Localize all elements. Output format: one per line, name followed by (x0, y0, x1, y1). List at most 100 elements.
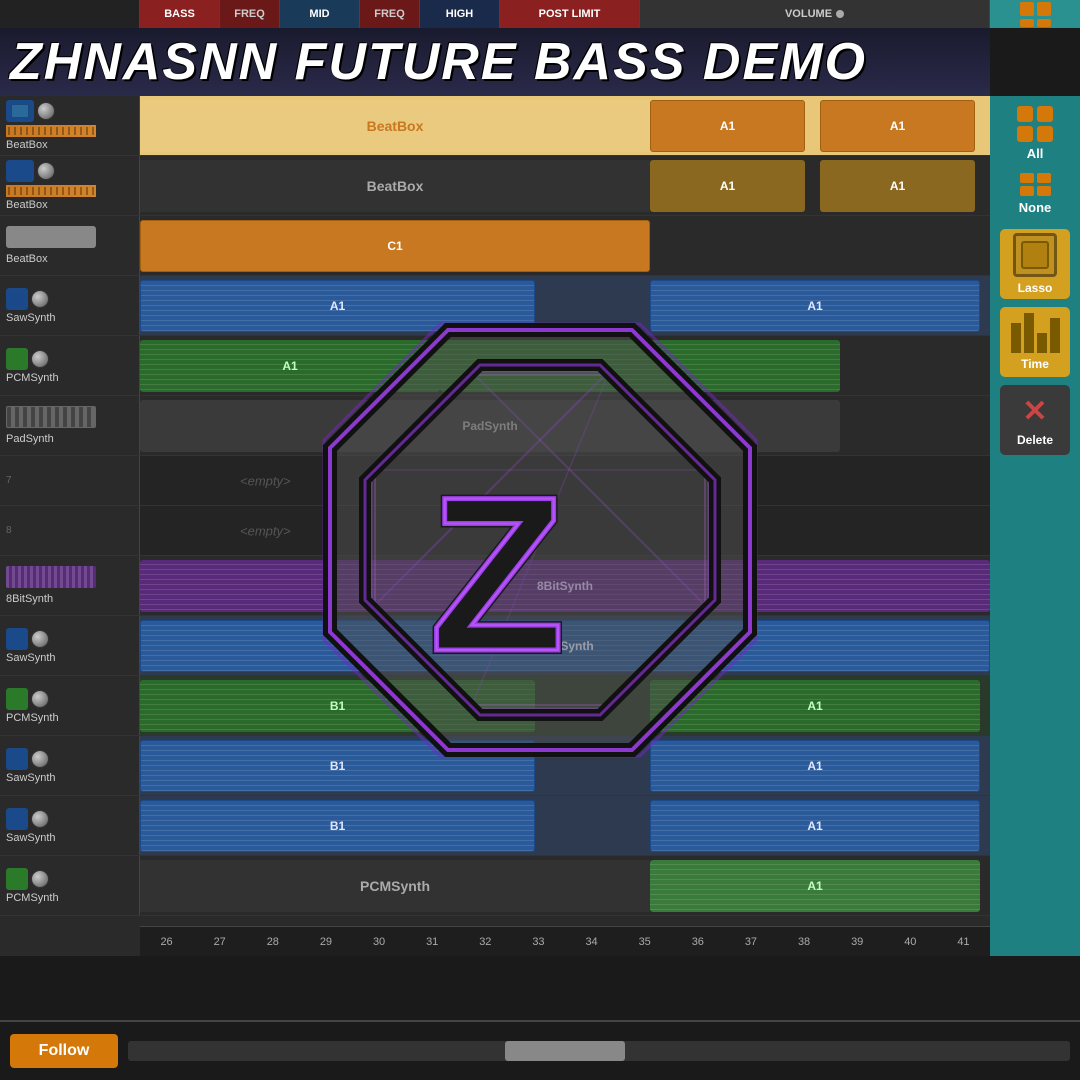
track-knob[interactable] (31, 690, 49, 708)
pattern-block[interactable]: A1 (820, 100, 975, 152)
ruler-num: 32 (479, 936, 491, 948)
scrollbar-thumb[interactable] (505, 1041, 625, 1061)
mixer-high[interactable]: HIGH (420, 0, 500, 28)
pattern-block[interactable]: A1 (650, 160, 805, 212)
panel-dot (1037, 106, 1053, 122)
pattern-block[interactable]: A1 (650, 800, 980, 852)
track-content-4[interactable]: A1 A1 A1 (140, 276, 990, 335)
track-knob[interactable] (31, 290, 49, 308)
panel-dot (1017, 106, 1033, 122)
track-header-2: BeatBox (0, 156, 140, 215)
lasso-button[interactable]: Lasso (1000, 229, 1070, 299)
track-icon (6, 628, 28, 650)
pattern-block[interactable]: A1 (140, 280, 535, 332)
panel-none-section: None (1019, 173, 1052, 215)
ruler-num: 41 (957, 936, 969, 948)
track-content-1[interactable]: BeatBox A1 A1 A1 (140, 96, 990, 155)
ruler-num: 34 (585, 936, 597, 948)
pattern-block[interactable]: A1 (820, 160, 975, 212)
track-knob[interactable] (31, 350, 49, 368)
volume-knob[interactable] (836, 10, 844, 18)
ruler-num: 39 (851, 936, 863, 948)
pattern-block[interactable]: B1 (140, 740, 535, 792)
track-icon (6, 748, 28, 770)
panel-dot-sm (1037, 186, 1051, 196)
panel-dot (1017, 126, 1033, 142)
track-content-7[interactable]: <empty> (140, 456, 990, 505)
track-header-5: PCMSynth (0, 336, 140, 395)
pattern-block[interactable]: A1 (650, 860, 980, 912)
track-content-5[interactable]: A1 (140, 336, 990, 395)
track-row: BeatBox C1 (0, 216, 990, 276)
track-knob[interactable] (37, 102, 55, 120)
ruler-num: 28 (267, 936, 279, 948)
track-content-3[interactable]: C1 (140, 216, 990, 275)
track-knob[interactable] (31, 810, 49, 828)
track-name-10: SawSynth (6, 652, 133, 664)
track-row: BeatBox BeatBox A1 A1 A2 (0, 156, 990, 216)
track-header-11: PCMSynth (0, 676, 140, 735)
track-header-1: BeatBox (0, 96, 140, 155)
track-header-6: PadSynth (0, 396, 140, 455)
track-number-7: 7 (6, 475, 133, 486)
track-content-14[interactable]: PCMSynth A1 A1 (140, 856, 990, 915)
right-panel: All None Lasso T (990, 96, 1080, 956)
time-button[interactable]: Time (1000, 307, 1070, 377)
track-knob[interactable] (31, 750, 49, 768)
track-icon (6, 688, 28, 710)
panel-dot-sm (1037, 173, 1051, 183)
pattern-block[interactable]: A1 (140, 340, 440, 392)
pattern-block[interactable]: B1 (140, 680, 535, 732)
track-row: SawSynth B1 A1 A2 (0, 736, 990, 796)
track-name-11: PCMSynth (6, 712, 133, 724)
pattern-block[interactable]: A1 (650, 680, 980, 732)
pattern-block[interactable]: A1 (650, 740, 980, 792)
track-name-6: PadSynth (6, 433, 133, 445)
track-content-11[interactable]: B1 A1 A2 (140, 676, 990, 735)
pattern-block[interactable]: B1 (140, 800, 535, 852)
ruler-num: 33 (532, 936, 544, 948)
ruler-num: 30 (373, 936, 385, 948)
pattern-block[interactable]: PadSynth (140, 400, 840, 452)
pattern-block[interactable]: A1 (650, 280, 980, 332)
track-content-10[interactable]: SawSynth A2 (140, 616, 990, 675)
track-content-13[interactable]: B1 A1 A2 (140, 796, 990, 855)
track-icon (6, 348, 28, 370)
mixer-post[interactable]: POST LIMIT (500, 0, 640, 28)
track-knob[interactable] (31, 870, 49, 888)
pattern-block[interactable]: A1 (650, 100, 805, 152)
track-row: SawSynth SawSynth A2 (0, 616, 990, 676)
track-row: SawSynth A1 A1 A1 (0, 276, 990, 336)
pattern-block[interactable]: 8BitSynth (140, 560, 990, 612)
pattern-block[interactable]: C1 (140, 220, 650, 272)
track-content-2[interactable]: BeatBox A1 A1 A2 (140, 156, 990, 215)
track-knob[interactable] (31, 630, 49, 648)
track-content-8[interactable]: <empty> (140, 506, 990, 555)
track-content-12[interactable]: B1 A1 A2 (140, 736, 990, 795)
delete-button[interactable]: ✕ Delete (1000, 385, 1070, 455)
track-header-3: BeatBox (0, 216, 140, 275)
follow-button[interactable]: Follow (10, 1034, 118, 1068)
none-label[interactable]: None (1019, 200, 1052, 215)
track-list: BeatBox BeatBox A1 A1 A1 Beat (0, 96, 990, 956)
track-row: PadSynth PadSynth (0, 396, 990, 456)
track-knob[interactable] (37, 162, 55, 180)
pattern-empty: BeatBox (140, 100, 650, 152)
track-header-8: 8 (0, 506, 140, 555)
all-label[interactable]: All (1027, 146, 1044, 161)
ruler-num: 35 (639, 936, 651, 948)
track-content-9[interactable]: 8BitSynth A2 (140, 556, 990, 615)
pattern-block[interactable]: SawSynth (140, 620, 990, 672)
page-title: ZHNASNN FUTURE BASS DEMO (10, 32, 867, 92)
mixer-freq1[interactable]: FREQ (220, 0, 280, 28)
ruler-num: 37 (745, 936, 757, 948)
scrollbar[interactable] (128, 1041, 1070, 1061)
track-header-10: SawSynth (0, 616, 140, 675)
mixer-freq2[interactable]: FREQ (360, 0, 420, 28)
pattern-block[interactable] (440, 340, 840, 392)
mixer-bass[interactable]: BASS (140, 0, 220, 28)
mixer-mid[interactable]: MID (280, 0, 360, 28)
track-content-6[interactable]: PadSynth (140, 396, 990, 455)
track-icon (6, 868, 28, 890)
mixer-volume[interactable]: VOLUME (640, 0, 990, 28)
